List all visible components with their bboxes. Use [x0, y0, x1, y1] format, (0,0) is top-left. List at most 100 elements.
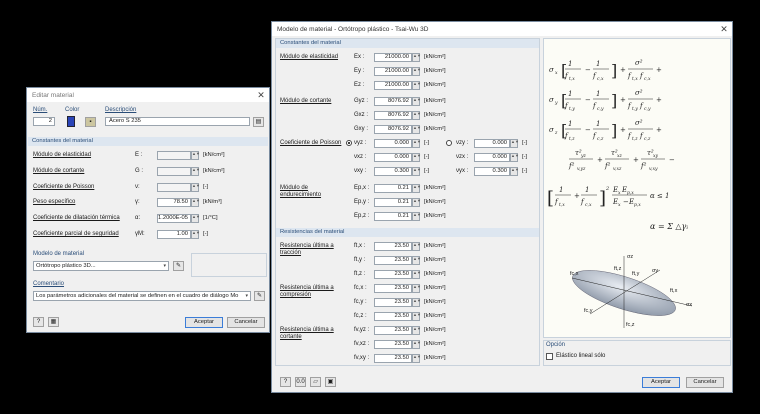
spin-icon[interactable]: ▲▼ [412, 81, 421, 90]
color-swatch[interactable] [67, 116, 75, 127]
svg-text:+: + [620, 96, 626, 104]
spin-icon[interactable]: ▲▼ [412, 312, 421, 321]
svg-text:+: + [633, 156, 639, 164]
ok-button[interactable]: Aceptar [185, 317, 223, 328]
value-input[interactable]: 0.000 [374, 139, 412, 148]
svg-text:t,y: t,y [569, 106, 575, 112]
value-input[interactable]: 8076.92 [374, 111, 412, 120]
open-icon[interactable]: ▱ [310, 377, 321, 387]
value-input[interactable]: 8076.92 [374, 97, 412, 106]
value-input[interactable]: 23.50 [374, 270, 412, 279]
value-input[interactable]: 23.50 [374, 312, 412, 321]
value-input[interactable]: 23.50 [374, 326, 412, 335]
spin-icon[interactable]: ▲▼ [412, 340, 421, 349]
svg-text:xz: xz [617, 154, 623, 159]
cancel-button[interactable]: Cancelar [686, 377, 724, 388]
spin-icon[interactable]: ▲▼ [412, 284, 421, 293]
linear-elastic-checkbox[interactable] [546, 353, 553, 360]
property-input[interactable]: 78.50 [157, 198, 191, 207]
poisson-radio-left[interactable] [346, 140, 352, 146]
model-edit-icon[interactable]: ✎ [173, 261, 184, 271]
value-input[interactable]: 23.50 [374, 284, 412, 293]
value-input[interactable]: 0.300 [374, 167, 412, 176]
value-input[interactable]: 23.50 [374, 340, 412, 349]
save-icon[interactable]: ▣ [325, 377, 336, 387]
help-icon[interactable]: ? [33, 317, 44, 327]
spin-icon[interactable]: ▲▼ [412, 256, 421, 265]
comment-edit-icon[interactable]: ✎ [254, 291, 265, 301]
spin-icon[interactable]: ▲▼ [191, 198, 200, 207]
color-label: Color [65, 107, 80, 113]
description-input[interactable]: Acero S 235 [105, 117, 250, 126]
spin-icon[interactable]: ▲▼ [412, 212, 421, 221]
svg-text:t,z: t,z [632, 136, 638, 142]
ok-button[interactable]: Aceptar [642, 377, 680, 388]
value-unit: [kN/cm²] [424, 126, 446, 132]
spin-icon[interactable]: ▲▼ [412, 184, 421, 193]
comment-input[interactable]: Los parámetros adicionales del material … [33, 291, 251, 301]
value-input[interactable]: 8076.92 [374, 125, 412, 134]
value-input[interactable]: 23.50 [374, 298, 412, 307]
spin-icon[interactable]: ▲▼ [412, 111, 421, 120]
library-icon[interactable]: ▤ [253, 117, 264, 127]
close-icon[interactable]: ✕ [716, 24, 732, 35]
spin-icon[interactable]: ▲▼ [510, 153, 519, 162]
orthotropic-dialog: Modelo de material - Ortótropo plástico … [271, 21, 733, 393]
close-icon[interactable]: ✕ [253, 90, 269, 101]
value-input[interactable]: 23.50 [374, 242, 412, 251]
svg-text:z: z [554, 131, 558, 136]
value-input[interactable]: 21000.00 [374, 67, 412, 76]
spin-icon[interactable]: ▲▼ [412, 67, 421, 76]
model-select[interactable]: Ortótropo plástico 3D... ▾ [33, 261, 169, 271]
spin-icon[interactable]: ▲▼ [412, 354, 421, 363]
svg-text:σ²: σ² [635, 89, 643, 97]
spin-icon[interactable]: ▲▼ [510, 139, 519, 148]
spin-icon[interactable]: ▲▼ [412, 53, 421, 62]
spin-icon[interactable]: ▲▼ [412, 270, 421, 279]
title-bar: Editar material ✕ [27, 88, 269, 102]
texture-button[interactable]: ▪ [85, 117, 96, 127]
value-input[interactable]: 23.50 [374, 354, 412, 363]
value-symbol: fc,x : [354, 285, 367, 291]
value-input[interactable]: 0.000 [474, 139, 510, 148]
value-input[interactable]: 0.21 [374, 212, 412, 221]
spin-icon[interactable]: ▲▼ [412, 326, 421, 335]
value-input[interactable]: 21000.00 [374, 81, 412, 90]
spin-icon[interactable]: ▲▼ [412, 97, 421, 106]
help-icon[interactable]: ? [280, 377, 291, 387]
svg-text:t,x: t,x [569, 76, 575, 82]
comment-value: Los parámetros adicionales del material … [36, 293, 239, 299]
svg-text:c,y: c,y [597, 107, 604, 112]
value-symbol: fc,y : [354, 299, 367, 305]
spin-icon[interactable]: ▲▼ [191, 214, 200, 223]
value-input[interactable]: 0.21 [374, 184, 412, 193]
value-input[interactable]: 0.21 [374, 198, 412, 207]
poisson-radio-right[interactable] [446, 140, 452, 146]
value-unit: [-] [424, 140, 430, 146]
property-input[interactable]: 1.2000E-05 [157, 214, 191, 223]
num-input[interactable]: 2 [33, 117, 55, 126]
value-input[interactable]: 0.000 [374, 153, 412, 162]
property-input[interactable]: 1.00 [157, 230, 191, 239]
cancel-button[interactable]: Cancelar [227, 317, 265, 328]
spin-icon[interactable]: ▲▼ [412, 242, 421, 251]
info-icon[interactable]: ▦ [48, 317, 59, 327]
spin-icon[interactable]: ▲▼ [412, 298, 421, 307]
spin-icon[interactable]: ▲▼ [412, 153, 421, 162]
value-input[interactable]: 23.50 [374, 256, 412, 265]
spin-icon[interactable]: ▲▼ [412, 167, 421, 176]
diagram-axis-label: fc,z [626, 322, 635, 328]
spin-icon[interactable]: ▲▼ [191, 230, 200, 239]
diagram-axis-label: fc,x [570, 271, 579, 277]
svg-text:1: 1 [596, 90, 600, 98]
value-input[interactable]: 0.300 [474, 167, 510, 176]
value-input[interactable]: 21000.00 [374, 53, 412, 62]
units-icon[interactable]: 0.0 [295, 377, 306, 387]
spin-icon[interactable]: ▲▼ [510, 167, 519, 176]
spin-icon[interactable]: ▲▼ [412, 198, 421, 207]
value-unit: [kN/cm²] [424, 82, 446, 88]
property-unit: [kN/m³] [203, 199, 222, 205]
spin-icon[interactable]: ▲▼ [412, 125, 421, 134]
spin-icon[interactable]: ▲▼ [412, 139, 421, 148]
value-input[interactable]: 0.000 [474, 153, 510, 162]
